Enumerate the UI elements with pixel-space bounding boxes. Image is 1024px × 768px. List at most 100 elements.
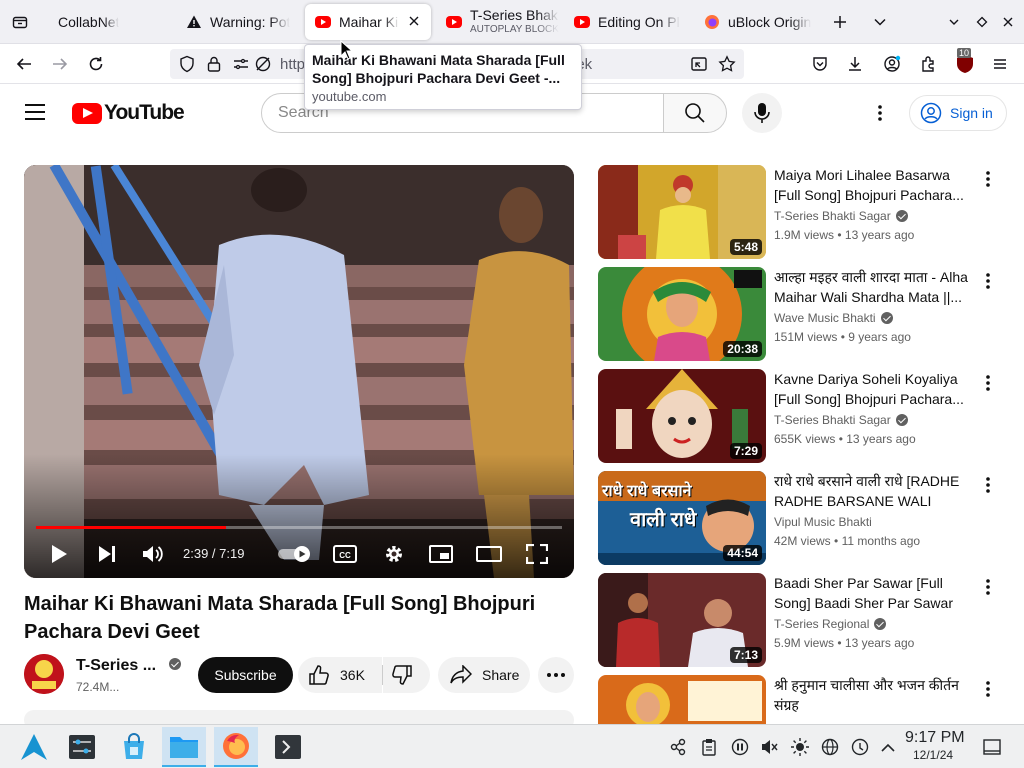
tab-editing[interactable]: Editing On Pl [564,4,688,40]
app-launcher-icon[interactable] [12,727,56,767]
recommendation-channel[interactable]: Vipul Music Bhakti [774,515,872,529]
recommendation-item[interactable]: श्री हनुमान चालीसा और भजन कीर्तन संग्रह [598,675,1008,724]
permissions-icon[interactable] [232,55,250,78]
recommendation-channel[interactable]: T-Series Bhakti Sagar [774,209,908,223]
share-button[interactable]: Share [438,657,530,693]
recommendation-item[interactable]: राधे राधे बरसाने वाली राधे 44:54 राधे रा… [598,471,1008,565]
video-thumbnail[interactable]: 7:29 [598,369,766,463]
show-desktop-icon[interactable] [982,737,1002,757]
voice-search-button[interactable] [742,93,782,133]
volume-muted-icon[interactable] [759,737,779,757]
recommendation-title[interactable]: राधे राधे बरसाने वाली राधे [RADHE RADHE … [774,471,974,511]
recommendation-title[interactable]: Baadi Sher Par Sawar [Full Song] Baadi S… [774,573,974,613]
recommendation-item[interactable]: 7:13 Baadi Sher Par Sawar [Full Song] Ba… [598,573,1008,667]
recommendation-title[interactable]: श्री हनुमान चालीसा और भजन कीर्तन संग्रह [774,675,974,715]
dislike-button[interactable] [383,657,430,693]
account-icon[interactable] [880,52,904,76]
recommendation-channel[interactable]: T-Series Bhakti Sagar [774,413,908,427]
terminal-icon[interactable] [266,727,310,767]
clock-time[interactable]: 9:17 PM [905,729,965,747]
lock-icon[interactable] [206,55,222,78]
window-minimize-icon[interactable] [942,10,966,34]
more-options-icon[interactable] [978,167,998,191]
tab-tseries[interactable]: T-Series Bhak AUTOPLAY BLOCK [436,4,560,40]
close-tab-icon[interactable] [407,14,421,28]
video-thumbnail[interactable] [598,675,766,724]
theater-mode-button[interactable] [476,541,502,567]
recommendation-item[interactable]: 20:38 आल्हा मइहर वाली शारदा माता - Alha … [598,267,1008,361]
fullscreen-button[interactable] [524,541,550,567]
tab-maihar-active[interactable]: Maihar Ki [305,4,431,40]
next-button[interactable] [94,541,120,567]
progress-bar[interactable] [36,526,562,529]
reload-icon[interactable] [84,52,108,76]
tab-list-icon[interactable] [8,10,32,34]
video-thumbnail[interactable]: 20:38 [598,267,766,361]
download-icon[interactable] [843,52,867,76]
forward-arrow-icon[interactable] [48,52,72,76]
video-thumbnail[interactable]: राधे राधे बरसाने वाली राधे 44:54 [598,471,766,565]
software-center-icon[interactable] [112,727,156,767]
video-thumbnail[interactable]: 5:48 [598,165,766,259]
autoplay-blocked-icon[interactable] [254,55,272,78]
tray-expand-icon[interactable] [878,737,898,757]
recommendation-title[interactable]: आल्हा मइहर वाली शारदा माता - Alha Maihar… [774,267,974,307]
search-button[interactable] [663,93,727,133]
update-notifier-icon[interactable] [850,737,870,757]
extensions-icon[interactable] [916,52,940,76]
mute-button[interactable] [140,541,166,567]
tab-ublock[interactable]: uBlock Origin [694,4,818,40]
miniplayer-button[interactable] [428,541,454,567]
new-tab-icon[interactable] [828,10,852,34]
recommendation-item[interactable]: 5:48 Maiya Mori Lihalee Basarwa [Full So… [598,165,1008,259]
tab-warning[interactable]: Warning: Pot [176,4,300,40]
more-actions-button[interactable] [538,657,574,693]
clock-date[interactable]: 12/1/24 [913,748,953,762]
bookmark-star-icon[interactable] [718,55,736,78]
clipboard-icon[interactable] [699,737,719,757]
captions-button[interactable]: CC [332,541,358,567]
file-manager-icon[interactable] [162,727,206,767]
video-player[interactable]: 2:39 / 7:19 CC [24,165,574,578]
upload-age: 13 years ago [844,228,915,242]
recommendation-channel[interactable]: T-Series Regional [774,617,887,631]
media-pause-icon[interactable] [730,737,750,757]
brightness-icon[interactable] [790,737,810,757]
network-globe-icon[interactable] [820,737,840,757]
more-options-icon[interactable] [978,677,998,701]
tab-collabnet[interactable]: CollabNet [48,4,176,40]
system-settings-icon[interactable] [60,727,104,767]
chevron-down-icon[interactable] [868,10,892,34]
play-button[interactable] [46,541,72,567]
more-options-icon[interactable] [978,473,998,497]
network-share-icon[interactable] [668,737,688,757]
more-options-icon[interactable] [978,371,998,395]
hamburger-menu-icon[interactable] [988,52,1012,76]
like-button[interactable]: 36K [298,657,382,693]
ublock-shield-icon[interactable]: 10 [953,48,977,76]
channel-name[interactable]: T-Series ... [76,657,181,675]
window-maximize-icon[interactable] [970,10,994,34]
autoplay-toggle[interactable] [277,541,313,567]
mouse-cursor-icon [340,39,354,65]
recommendation-channel[interactable]: Wave Music Bhakti [774,311,893,325]
more-options-icon[interactable] [870,103,890,128]
channel-avatar[interactable] [24,654,64,694]
recommendation-title[interactable]: Kavne Dariya Soheli Koyaliya [Full Song]… [774,369,974,409]
recommendation-item[interactable]: 7:29 Kavne Dariya Soheli Koyaliya [Full … [598,369,1008,463]
shield-icon[interactable] [178,55,196,78]
firefox-taskbar-icon[interactable] [214,727,258,767]
youtube-logo[interactable]: YouTube [72,101,185,125]
window-close-icon[interactable] [996,10,1020,34]
pocket-icon[interactable] [808,52,832,76]
picture-in-picture-icon[interactable] [690,55,708,78]
guide-menu-icon[interactable] [24,103,46,126]
back-arrow-icon[interactable] [12,52,36,76]
more-options-icon[interactable] [978,269,998,293]
sign-in-button[interactable]: Sign in [909,95,1007,131]
subscribe-button[interactable]: Subscribe [198,657,293,693]
settings-button[interactable] [381,541,407,567]
more-options-icon[interactable] [978,575,998,599]
recommendation-title[interactable]: Maiya Mori Lihalee Basarwa [Full Song] B… [774,165,974,205]
video-thumbnail[interactable]: 7:13 [598,573,766,667]
